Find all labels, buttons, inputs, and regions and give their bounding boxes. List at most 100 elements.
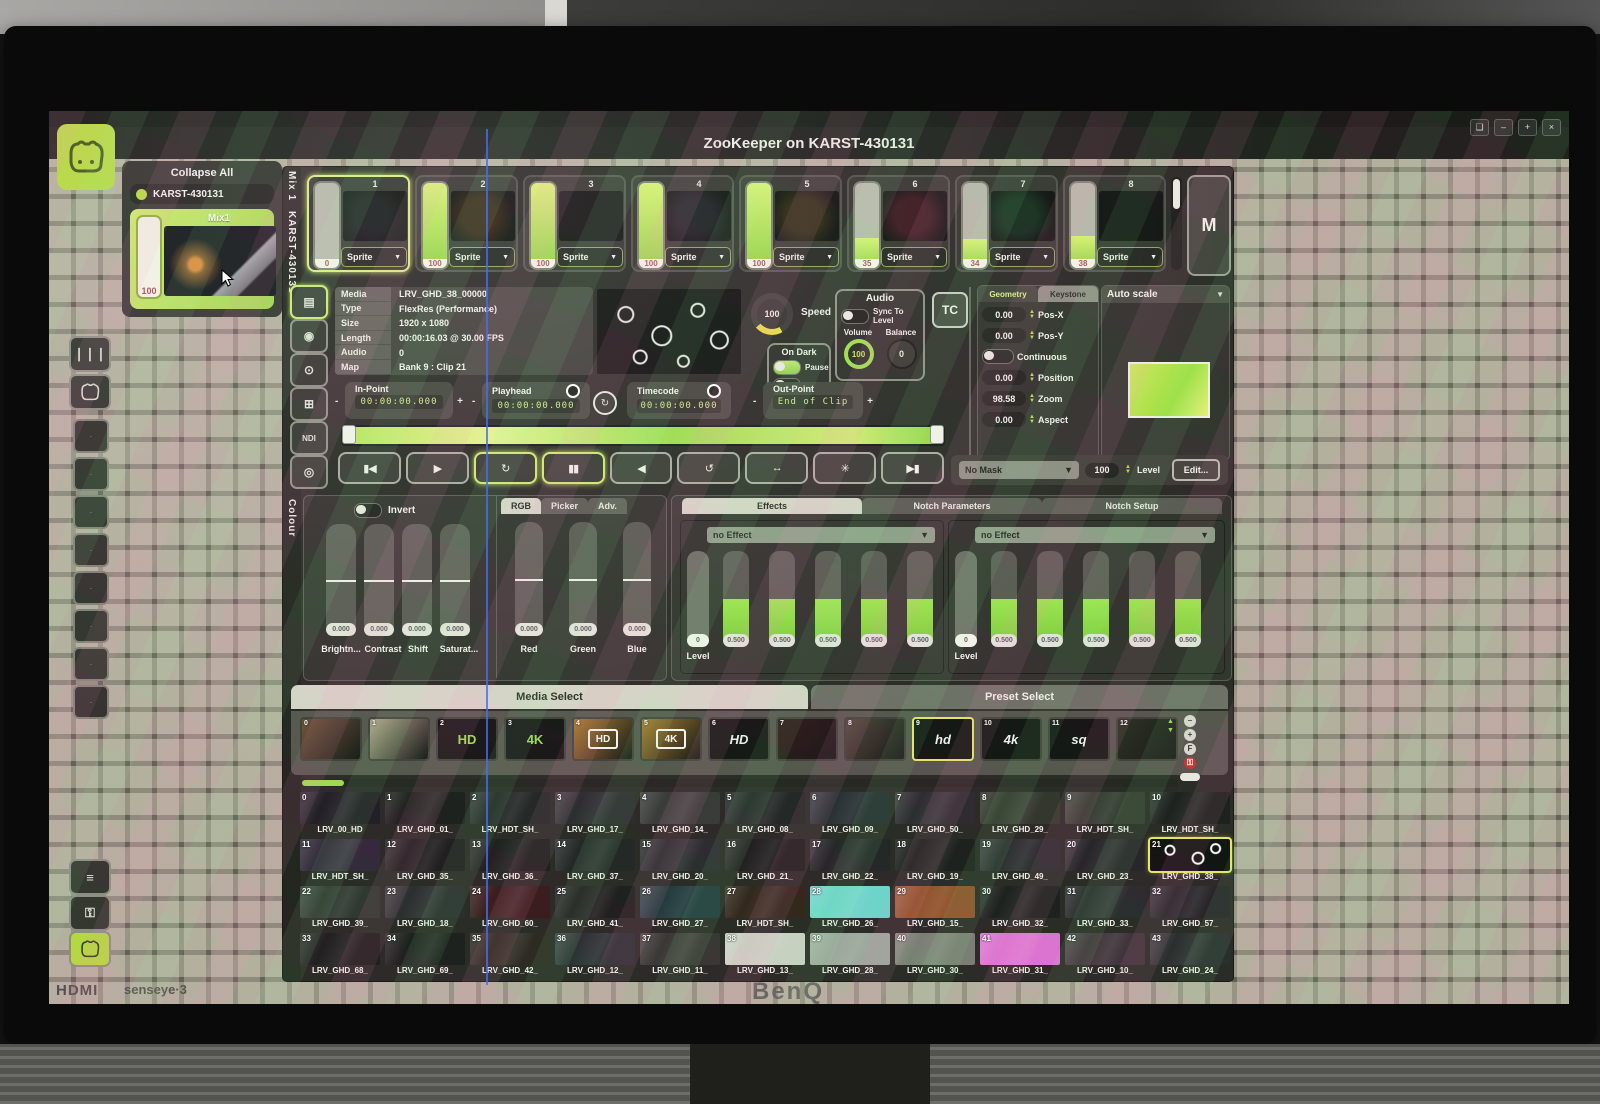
clip-34[interactable]: 34 LRV_GHD_69_ <box>385 933 465 977</box>
tab-picker[interactable]: Picker <box>541 498 588 514</box>
bank-lock-button[interactable]: ⚿ <box>1184 757 1196 769</box>
layer-thumbnail[interactable] <box>775 191 839 241</box>
clip-21[interactable]: 21 LRV_GHD_38_ <box>1150 839 1230 883</box>
bank-10[interactable]: 10 4k <box>980 717 1042 761</box>
volume-knob[interactable]: 100 <box>844 339 874 369</box>
globe-icon[interactable]: ◎ <box>290 455 328 489</box>
layer-fader[interactable]: 0 <box>313 181 341 270</box>
clip-18[interactable]: 18 LRV_GHD_19_ <box>895 839 975 883</box>
clip-thumbnail[interactable]: 11 <box>300 839 380 871</box>
fx-b-dropdown[interactable]: no Effect ▼ <box>975 527 1215 543</box>
clip-39[interactable]: 39 LRV_GHD_28_ <box>810 933 890 977</box>
layer-strip-8[interactable]: 8 38 Sprite ▼ <box>1063 175 1166 272</box>
clip-thumbnail[interactable]: 0 <box>300 792 380 824</box>
position-stepper[interactable]: ▲▼ <box>1029 373 1035 383</box>
clip-thumbnail[interactable]: 5 <box>725 792 805 824</box>
clip-thumbnail[interactable]: 41 <box>980 933 1060 965</box>
clip-19[interactable]: 19 LRV_GHD_49_ <box>980 839 1060 883</box>
tab-adv[interactable]: Adv. <box>588 498 627 514</box>
clip-thumbnail[interactable]: 1 <box>385 792 465 824</box>
fx-a-level-slider[interactable]: 0 <box>687 551 709 647</box>
clip-33[interactable]: 33 LRV_GHD_68_ <box>300 933 380 977</box>
bank-scrollbar-thumb[interactable] <box>302 780 344 786</box>
clip-17[interactable]: 17 LRV_GHD_22_ <box>810 839 890 883</box>
layer-thumbnail[interactable] <box>1099 191 1163 241</box>
layer-strip-2[interactable]: 2 100 Sprite ▼ <box>415 175 518 272</box>
zoom-stepper[interactable]: ▲▼ <box>1029 394 1035 404</box>
tab-rgb[interactable]: RGB <box>501 498 541 514</box>
close-button[interactable]: × <box>1542 119 1561 136</box>
clip-22[interactable]: 22 LRV_GHD_39_ <box>300 886 380 930</box>
playhead-minus[interactable]: - <box>472 396 475 407</box>
pb-play-button[interactable]: ▶ <box>406 452 469 484</box>
collapse-all-button[interactable]: Collapse All <box>124 167 280 179</box>
clip-thumbnail[interactable]: 4 <box>640 792 720 824</box>
pb-pause-button[interactable]: ▮▮ <box>542 452 605 484</box>
playhead-value[interactable]: 00:00:00.000 <box>492 399 580 413</box>
clip-10[interactable]: 10 LRV_HDT_SH_ <box>1150 792 1230 836</box>
clip-thumbnail[interactable]: 40 <box>895 933 975 965</box>
clip-35[interactable]: 35 LRV_GHD_42_ <box>470 933 550 977</box>
clip-5[interactable]: 5 LRV_GHD_08_ <box>725 792 805 836</box>
layer-fader[interactable]: 100 <box>421 181 449 270</box>
timeline-out-handle[interactable] <box>930 425 944 444</box>
mix-card[interactable]: 100 Mix1 <box>130 209 274 309</box>
layer-type-dropdown[interactable]: Sprite ▼ <box>341 247 407 267</box>
bank-6[interactable]: 6 HD <box>708 717 770 761</box>
tab-effects[interactable]: Effects <box>682 498 862 514</box>
out-minus[interactable]: - <box>753 396 756 407</box>
autoscale-dropdown[interactable]: Auto scale ▼ <box>1102 286 1229 303</box>
bank-fit-button[interactable]: F <box>1184 743 1196 755</box>
clip-23[interactable]: 23 LRV_GHD_18_ <box>385 886 465 930</box>
timecode-button[interactable]: TC <box>932 292 968 328</box>
clip-thumbnail[interactable]: 43 <box>1150 933 1230 965</box>
pb-skip-start-button[interactable]: ▮◀ <box>338 452 401 484</box>
rail-slot-1[interactable]: · <box>73 419 109 453</box>
layer-strip-3[interactable]: 3 100 Sprite ▼ <box>523 175 626 272</box>
timecode-radio[interactable] <box>707 384 721 398</box>
pos-y-value[interactable]: 0.00 <box>982 328 1026 343</box>
clip-thumbnail[interactable]: 39 <box>810 933 890 965</box>
layer-thumbnail[interactable] <box>991 191 1055 241</box>
bank-8[interactable]: 8 <box>844 717 906 761</box>
bank-up-arrow-icon[interactable]: ▲ <box>1167 717 1174 726</box>
clip-9[interactable]: 9 LRV_HDT_SH_ <box>1065 792 1145 836</box>
clip-thumbnail[interactable]: 30 <box>980 886 1060 918</box>
clip-42[interactable]: 42 LRV_GHD_10_ <box>1065 933 1145 977</box>
layer-bars-button[interactable]: ❘❘❘ <box>69 336 111 372</box>
clip-38[interactable]: 38 LRV_GHD_13_ <box>725 933 805 977</box>
clip-thumbnail[interactable]: 3 <box>555 792 635 824</box>
bank-11[interactable]: 11 sq <box>1048 717 1110 761</box>
clip-20[interactable]: 20 LRV_GHD_23_ <box>1065 839 1145 883</box>
pb-loop-backward-button[interactable]: ↺ <box>677 452 740 484</box>
speed-knob[interactable]: 100 <box>751 293 793 335</box>
mask-edit-button[interactable]: Edit... <box>1172 459 1220 481</box>
clip-31[interactable]: 31 LRV_GHD_33_ <box>1065 886 1145 930</box>
bank-plus-button[interactable]: + <box>1184 729 1196 741</box>
layer-thumbnail[interactable] <box>451 191 515 241</box>
fx-slider[interactable]: 0.500 <box>1037 551 1063 647</box>
master-button[interactable]: M <box>1187 175 1231 276</box>
clip-thumbnail[interactable]: 23 <box>385 886 465 918</box>
bank-pill[interactable] <box>1180 773 1200 781</box>
bank-5[interactable]: 5 4K <box>640 717 702 761</box>
balance-knob[interactable]: 0 <box>887 339 917 369</box>
bank-1[interactable]: 1 <box>368 717 430 761</box>
layer-strip-7[interactable]: 7 34 Sprite ▼ <box>955 175 1058 272</box>
layer-fader[interactable]: 35 <box>853 181 881 270</box>
rail-slot-3[interactable]: · <box>73 495 109 529</box>
layer-type-dropdown[interactable]: Sprite ▼ <box>449 247 515 267</box>
layer-type-dropdown[interactable]: Sprite ▼ <box>989 247 1055 267</box>
pos-y-stepper[interactable]: ▲▼ <box>1029 331 1035 341</box>
bank-9[interactable]: 9 hd <box>912 717 974 761</box>
continuous-toggle[interactable] <box>982 349 1014 364</box>
bank-3[interactable]: 3 4K <box>504 717 566 761</box>
bank-7[interactable]: 7 <box>776 717 838 761</box>
layer-fader[interactable]: 100 <box>529 181 557 270</box>
fx-a-dropdown[interactable]: no Effect ▼ <box>707 527 935 543</box>
clip-0[interactable]: 0 LRV_00_HD <box>300 792 380 836</box>
timeline-scrubber[interactable] <box>341 425 945 446</box>
layer-strip-1[interactable]: 1 0 Sprite ▼ <box>307 175 410 272</box>
clip-thumbnail[interactable]: 14 <box>555 839 635 871</box>
layer-strip-4[interactable]: 4 100 Sprite ▼ <box>631 175 734 272</box>
